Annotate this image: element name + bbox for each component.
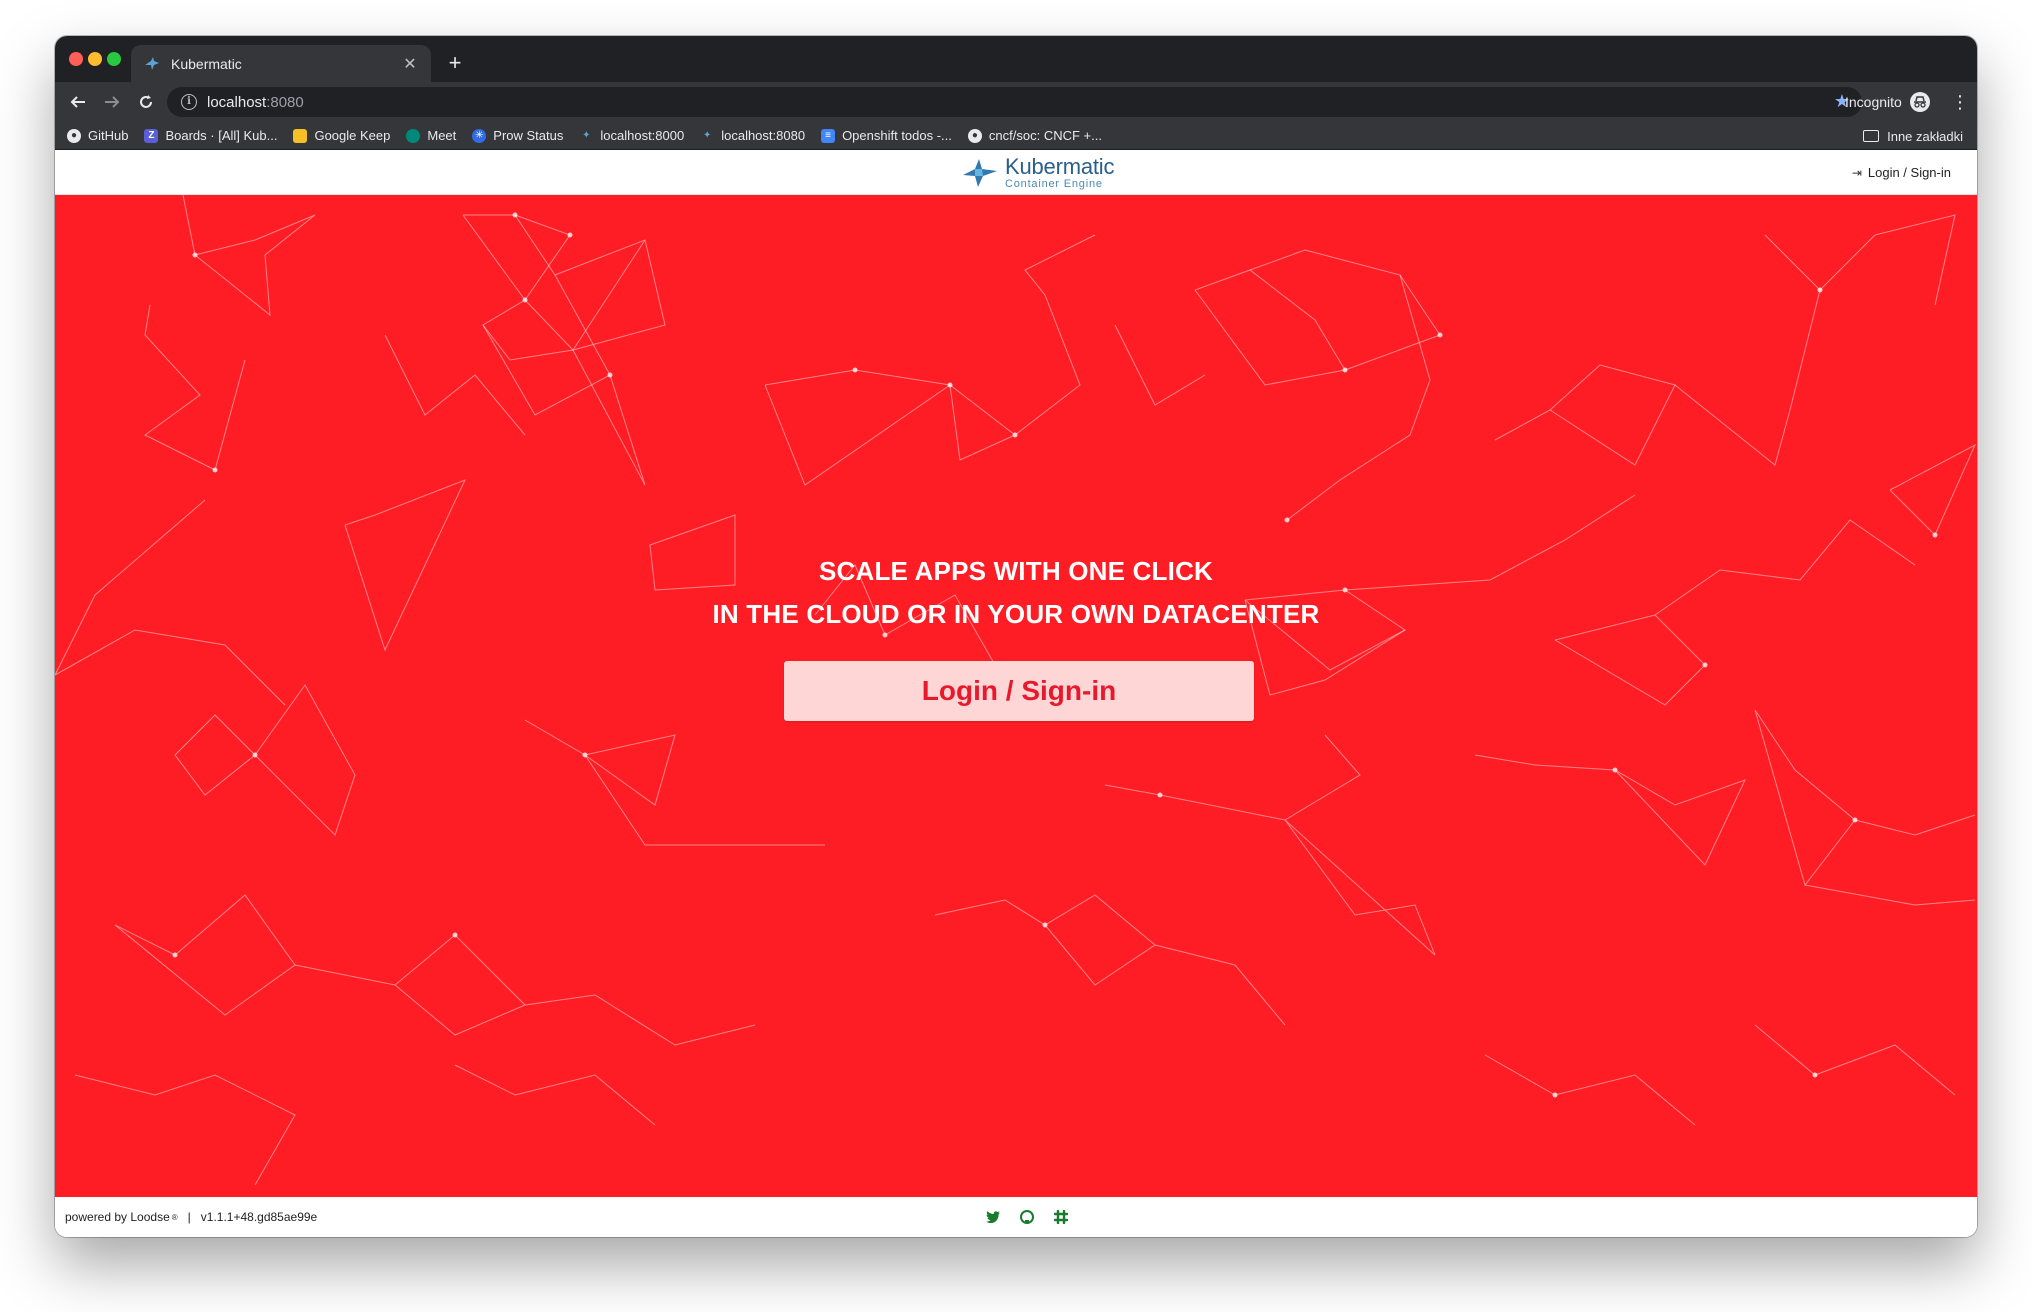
folder-icon — [1863, 130, 1880, 142]
bookmark-item[interactable]: ● cncf/soc: CNCF +... — [967, 128, 1102, 143]
forward-arrow-icon[interactable] — [95, 85, 129, 119]
tab-kubermatic[interactable]: Kubermatic ✕ — [131, 45, 431, 82]
keep-icon — [293, 128, 308, 143]
bookmark-label: localhost:8080 — [721, 128, 806, 143]
footer-separator: | — [187, 1210, 191, 1224]
url-host: localhost — [207, 93, 267, 111]
browser-menu-icon[interactable]: ⋮ — [1951, 90, 1969, 114]
kubermatic-icon: ✦ — [703, 130, 712, 141]
brand-name: Kubermatic — [1005, 154, 1115, 179]
bookmark-label: localhost:8000 — [600, 128, 685, 143]
url-port: :8080 — [266, 93, 304, 111]
new-tab-button[interactable]: + — [441, 49, 469, 77]
minimize-window-button[interactable] — [88, 52, 102, 66]
header-login-label: Login / Sign-in — [1867, 165, 1951, 180]
version-text: v1.1.1+48.gd85ae99e — [200, 1210, 318, 1224]
github-icon[interactable] — [1019, 1209, 1035, 1225]
site-info-icon[interactable]: i — [181, 94, 197, 110]
bookmark-item[interactable]: ● GitHub — [67, 128, 128, 143]
bookmark-item[interactable]: ✦ localhost:8000 — [579, 128, 684, 143]
other-bookmarks-label: Inne zakładki — [1887, 128, 1963, 144]
bookmark-label: cncf/soc: CNCF +... — [988, 128, 1102, 143]
hero-section: SCALE APPS WITH ONE CLICK IN THE CLOUD O… — [55, 195, 1977, 1197]
twitter-icon[interactable] — [985, 1209, 1001, 1225]
bookmarks-bar: ● GitHub Z Boards · [All] Kub... Google … — [55, 122, 1977, 150]
bookmark-item[interactable]: ✳ Prow Status — [472, 128, 563, 143]
registered-mark: ® — [171, 1212, 178, 1222]
incognito-icon — [1909, 92, 1930, 112]
slack-icon[interactable] — [1053, 1209, 1069, 1225]
web-page: Kubermatic Container Engine ⇥ Login / Si… — [55, 150, 1977, 1237]
header-login-link[interactable]: ⇥ Login / Sign-in — [1852, 150, 1951, 195]
docs-icon: ≡ — [821, 128, 836, 143]
kubermatic-logo-icon — [963, 159, 997, 187]
meet-icon — [406, 128, 421, 143]
incognito-label: Incognito — [1845, 94, 1902, 110]
bookmark-label: Openshift todos -... — [842, 128, 952, 143]
kubernetes-icon: ✳ — [472, 128, 487, 143]
sign-in-icon: ⇥ — [1851, 165, 1862, 180]
bookmark-item[interactable]: Z Boards · [All] Kub... — [144, 128, 277, 143]
zenhub-icon: Z — [144, 128, 159, 143]
app-header: Kubermatic Container Engine ⇥ Login / Si… — [55, 150, 1977, 195]
kubermatic-icon: ✦ — [582, 130, 591, 141]
social-links — [985, 1209, 1069, 1225]
bookmark-item[interactable]: ≡ Openshift todos -... — [821, 128, 952, 143]
other-bookmarks[interactable]: Inne zakładki — [1863, 122, 1963, 150]
app-footer: powered by Loodse ® | v1.1.1+48.gd85ae99e — [55, 1197, 1977, 1237]
tab-strip: Kubermatic ✕ + — [55, 36, 1977, 82]
tab-title: Kubermatic — [171, 55, 242, 72]
powered-by-text[interactable]: powered by Loodse — [65, 1210, 170, 1224]
bookmark-label: Boards · [All] Kub... — [165, 128, 278, 143]
bookmark-label: GitHub — [88, 128, 129, 143]
kubermatic-favicon-icon — [143, 55, 161, 73]
profile-incognito[interactable]: Incognito — [1845, 82, 1930, 122]
reload-icon[interactable] — [129, 85, 163, 119]
bookmark-label: Google Keep — [314, 128, 391, 143]
login-sign-in-button[interactable]: Login / Sign-in — [784, 661, 1254, 721]
zoom-window-button[interactable] — [107, 52, 121, 66]
back-arrow-icon[interactable] — [61, 85, 95, 119]
brand-subtitle: Container Engine — [1005, 178, 1103, 190]
hero-headline-line1: SCALE APPS WITH ONE CLICK — [818, 556, 1214, 586]
bookmark-item[interactable]: Google Keep — [293, 128, 390, 143]
close-window-button[interactable] — [69, 52, 83, 66]
github-icon: ● — [967, 128, 982, 143]
browser-window: Kubermatic ✕ + i localhost:8080 ★ Incogn… — [55, 36, 1977, 1237]
bookmark-item[interactable]: Meet — [406, 128, 456, 143]
tab-close-icon[interactable]: ✕ — [401, 54, 419, 74]
address-bar[interactable]: i localhost:8080 ★ — [167, 87, 1862, 117]
hero-headline-line2: IN THE CLOUD OR IN YOUR OWN DATACENTER — [712, 599, 1320, 629]
bookmark-label: Meet — [427, 128, 457, 143]
browser-toolbar: i localhost:8080 ★ Incognito ⋮ — [55, 82, 1977, 122]
github-icon: ● — [67, 128, 81, 143]
brand-logo[interactable]: Kubermatic Container Engine — [961, 156, 1114, 190]
bookmark-label: Prow Status — [493, 128, 564, 143]
bookmark-item[interactable]: ✦ localhost:8080 — [700, 128, 805, 143]
